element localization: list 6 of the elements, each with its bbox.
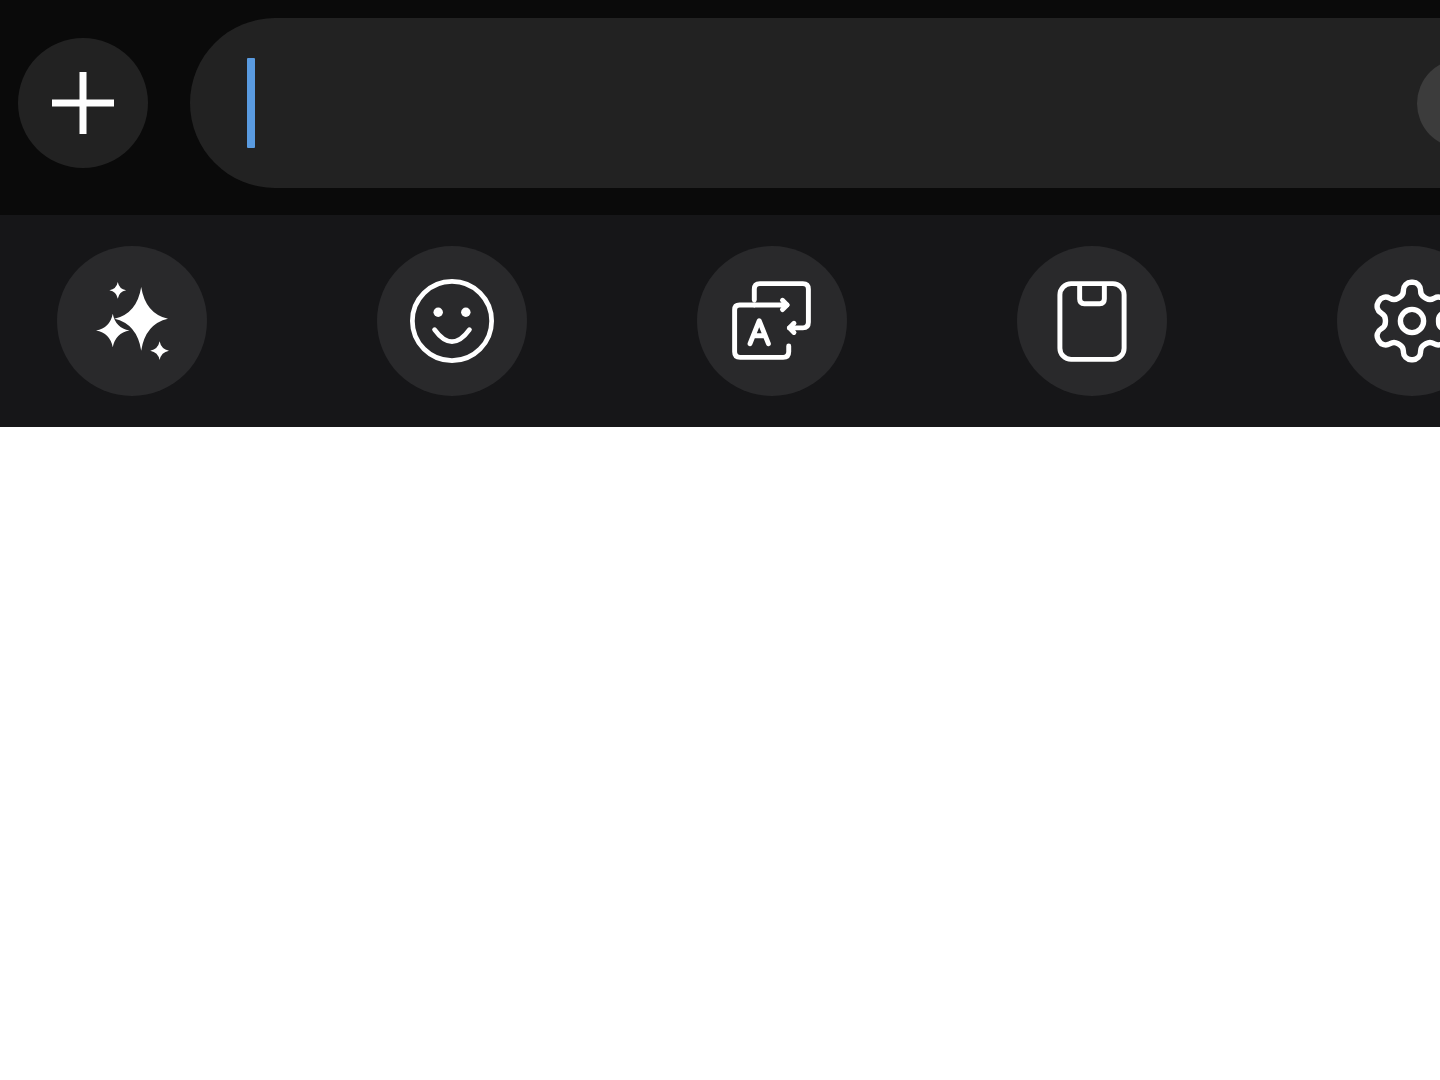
message-input-field[interactable]	[190, 18, 1440, 188]
clipboard-icon	[1057, 280, 1127, 362]
translate-icon	[732, 281, 812, 361]
settings-icon	[1371, 279, 1440, 363]
smiley-icon	[410, 279, 494, 363]
sparkle-icon	[95, 282, 169, 360]
